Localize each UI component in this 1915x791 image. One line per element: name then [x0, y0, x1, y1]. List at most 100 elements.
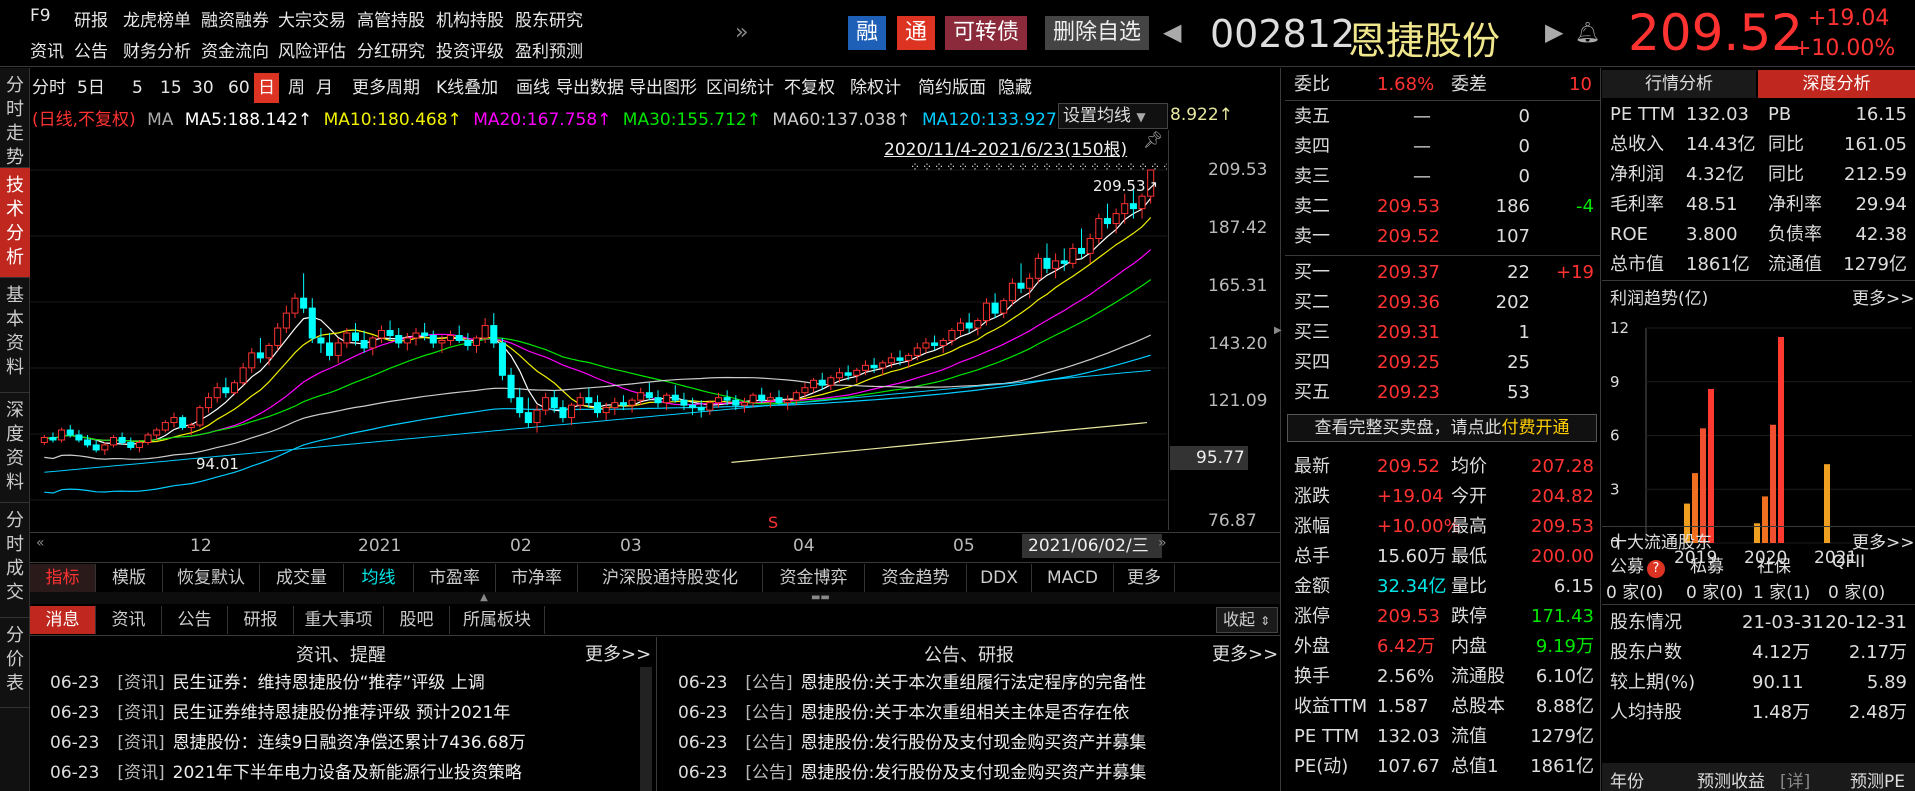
toolbar-item[interactable]: 60 [228, 73, 250, 103]
news-item[interactable]: 06-23 [资讯] 2021年下半年电力设备及新能源行业投资策略 [50, 759, 638, 787]
news-tab[interactable]: 股吧 [384, 606, 450, 634]
news-item[interactable]: 06-23 [资讯] 民生证券：维持恩捷股份“推荐”评级 上调 [50, 669, 638, 697]
scroll-left-icon[interactable]: « [36, 535, 45, 551]
menu-item[interactable]: 机构持股 [436, 6, 504, 31]
side-tab[interactable]: 分时成交 [0, 503, 30, 618]
toolbar-item[interactable]: 周 [288, 73, 305, 103]
toolbar-item[interactable]: 月 [316, 73, 333, 103]
order-row[interactable]: 买四 209.25 25 [1285, 348, 1600, 378]
indicator-tab[interactable]: 沪深股通持股变化 [578, 564, 763, 592]
news-item[interactable]: 06-23 [资讯] 恩捷股份：连续9日融资净偿还累计7436.68万 [50, 729, 638, 757]
order-row[interactable]: 卖二 209.53 186 -4 [1285, 192, 1600, 222]
delete-watchlist-button[interactable]: 删除自选 [1045, 16, 1150, 50]
indicator-tab[interactable]: 资金趋势 [865, 564, 967, 592]
indicator-tab[interactable]: 恢复默认 [163, 564, 260, 592]
side-tab[interactable]: 分价表 [0, 618, 30, 708]
indicator-tab[interactable]: 资金博弈 [763, 564, 865, 592]
menu-item[interactable]: 资金流向 [201, 37, 269, 62]
toolbar-item[interactable]: 30 [192, 73, 214, 103]
full-book-button[interactable]: 查看完整买卖盘，请点此付费开通 [1287, 414, 1597, 442]
help-icon[interactable]: ? [1647, 560, 1665, 578]
panel-toggle-icon[interactable]: ▶ [1274, 325, 1284, 355]
indicator-tab[interactable]: 成交量 [260, 564, 344, 592]
toolbar-item[interactable]: 更多周期 [352, 73, 420, 103]
news-right-more-link[interactable]: 更多>> [1212, 640, 1278, 666]
menu-item[interactable]: F9 [30, 6, 51, 26]
news-tab[interactable]: 研报 [228, 606, 294, 634]
toolbar-item[interactable]: 区间统计 [706, 73, 774, 103]
order-row[interactable]: 卖一 209.52 107 [1285, 222, 1600, 252]
news-left-more-link[interactable]: 更多>> [585, 640, 651, 666]
convertible-bond-button[interactable]: 可转债 [945, 16, 1028, 50]
menu-item[interactable]: 投资评级 [436, 37, 504, 62]
forecast-detail-link[interactable]: [详] [1780, 767, 1810, 791]
toolbar-item[interactable]: 不复权 [784, 73, 835, 103]
indicator-tab[interactable]: 指标 [30, 564, 96, 592]
tab-deep-analysis[interactable]: 深度分析 [1758, 70, 1915, 98]
menu-item[interactable]: 大宗交易 [278, 6, 346, 31]
order-row[interactable]: 买三 209.31 1 [1285, 318, 1600, 348]
toolbar-item[interactable]: 15 [160, 73, 182, 103]
menu-item[interactable]: 龙虎榜单 [123, 6, 191, 31]
menu-item[interactable]: 风险评估 [278, 37, 346, 62]
rong-badge[interactable]: 融 [848, 16, 887, 50]
profit-trend-more-link[interactable]: 更多>> [1852, 284, 1915, 309]
toolbar-item[interactable]: 5日 [77, 73, 105, 103]
news-tab[interactable]: 资讯 [96, 606, 162, 634]
holders-more-link[interactable]: 更多>> [1852, 528, 1915, 553]
side-tab[interactable]: 深度资料 [0, 393, 30, 503]
news-tab[interactable]: 所属板块 [450, 606, 545, 634]
menu-item[interactable]: 研报 [74, 6, 108, 31]
pin-icon[interactable]: 📌︎ [1143, 130, 1163, 149]
side-tab[interactable]: 分时走势 [0, 68, 30, 168]
indicator-tab[interactable]: 均线 [344, 564, 414, 592]
menu-item[interactable]: 盈利预测 [515, 37, 583, 62]
menu-item[interactable]: 高管持股 [357, 6, 425, 31]
tong-badge[interactable]: 通 [897, 16, 936, 50]
scroll-right-icon[interactable]: » [1158, 535, 1167, 551]
toolbar-item[interactable]: 分时 [32, 73, 66, 103]
order-row[interactable]: 卖三 — 0 [1285, 162, 1600, 192]
indicator-tab[interactable]: 市净率 [496, 564, 578, 592]
side-tab[interactable]: 技术分析 [0, 168, 30, 278]
menu-item[interactable]: 公告 [74, 37, 108, 62]
indicator-tab[interactable]: DDX [967, 564, 1032, 592]
indicator-tab[interactable]: MACD [1032, 564, 1114, 592]
indicator-tab[interactable]: 更多 [1114, 564, 1175, 592]
news-tab[interactable]: 公告 [162, 606, 228, 634]
news-item[interactable]: 06-23 [公告] 恩捷股份:关于本次重组履行法定程序的完备性 [678, 669, 1278, 697]
toolbar-item[interactable]: 除权计 [850, 73, 901, 103]
order-row[interactable]: 卖五 — 0 [1285, 102, 1600, 132]
toolbar-item[interactable]: K线叠加 [436, 73, 498, 103]
menu-item[interactable]: 财务分析 [123, 37, 191, 62]
panel-splitter[interactable]: ▲ ▬▬ [30, 592, 1280, 604]
set-ma-dropdown[interactable]: 设置均线 ▼ [1058, 103, 1168, 129]
indicator-tab[interactable]: 市盈率 [414, 564, 496, 592]
news-tab[interactable]: 消息 [30, 606, 96, 634]
news-item[interactable]: 06-23 [公告] 恩捷股份:发行股份及支付现金购买资产并募集 [678, 759, 1278, 787]
tab-market-analysis[interactable]: 行情分析 [1602, 70, 1756, 98]
toolbar-item[interactable]: 日 [254, 73, 279, 103]
menu-item[interactable]: 股东研究 [515, 6, 583, 31]
news-item[interactable]: 06-23 [资讯] 民生证券维持恩捷股份推荐评级 预计2021年 [50, 699, 638, 727]
menu-item[interactable]: 资讯 [30, 37, 64, 62]
collapse-button[interactable]: 收起 ⇕ [1216, 607, 1278, 633]
order-row[interactable]: 买五 209.23 53 [1285, 378, 1600, 408]
order-row[interactable]: 卖四 — 0 [1285, 132, 1600, 162]
menu-item[interactable]: 融资融券 [201, 6, 269, 31]
toolbar-item[interactable]: 5 [132, 73, 143, 103]
pay-link[interactable]: 付费开通 [1502, 418, 1570, 438]
indicator-tab[interactable]: 模版 [96, 564, 163, 592]
side-tab[interactable]: 基本资料 [0, 278, 30, 393]
toolbar-item[interactable]: 导出数据 [556, 73, 624, 103]
next-stock-icon[interactable]: ▶ [1545, 18, 1563, 46]
bell-icon[interactable]: 🔔︎ [1575, 20, 1600, 44]
prev-stock-icon[interactable]: ◀ [1163, 18, 1181, 46]
order-row[interactable]: 买一 209.37 22 +19 [1285, 258, 1600, 288]
news-item[interactable]: 06-23 [公告] 恩捷股份:发行股份及支付现金购买资产并募集 [678, 729, 1278, 757]
toolbar-item[interactable]: 导出图形 [629, 73, 697, 103]
news-item[interactable]: 06-23 [公告] 恩捷股份:关于本次重组相关主体是否存在依 [678, 699, 1278, 727]
news-left-scrollbar[interactable] [640, 667, 652, 791]
menu-more-icon[interactable]: » [735, 20, 748, 45]
menu-item[interactable]: 分红研究 [357, 37, 425, 62]
